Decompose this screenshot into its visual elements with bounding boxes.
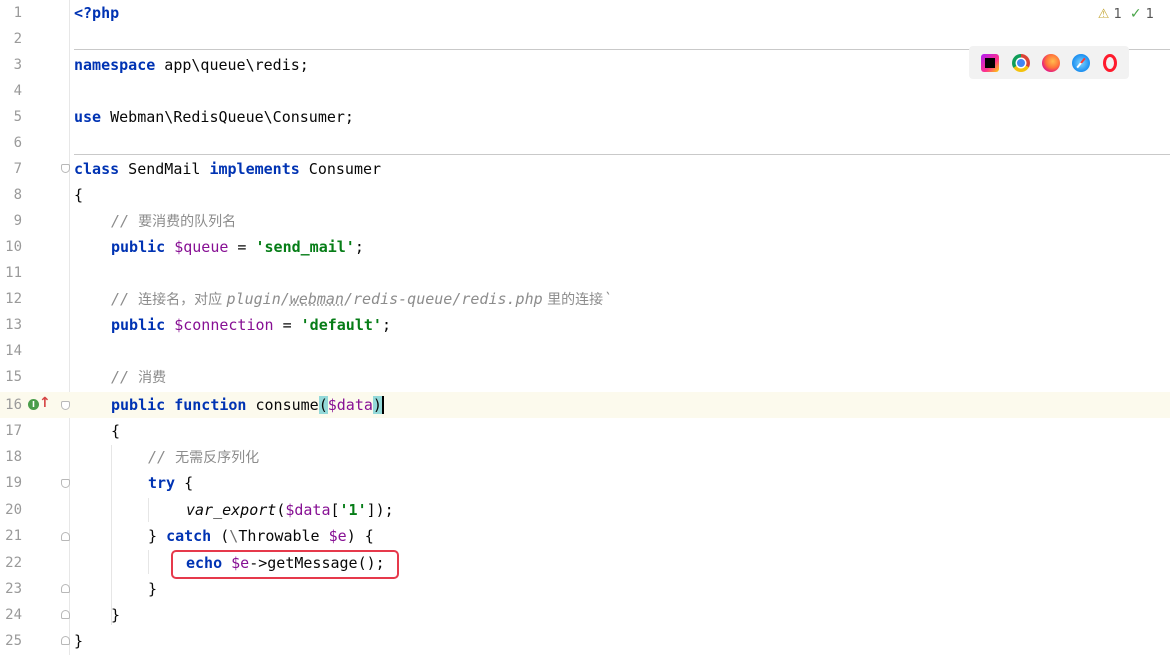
code-text[interactable]: var_export($data['1']); <box>186 497 394 523</box>
line-number: 16 <box>5 397 22 413</box>
code-line[interactable]: 7 class SendMail implements Consumer <box>0 156 1170 182</box>
code-text[interactable]: public $connection = 'default'; <box>111 312 391 338</box>
code-text[interactable]: <?php <box>74 0 119 26</box>
fold-toggle-icon[interactable] <box>61 636 70 645</box>
line-number: 8 <box>13 187 22 203</box>
opera-icon[interactable] <box>1102 53 1117 72</box>
line-number: 6 <box>13 135 22 151</box>
code-line[interactable]: 8 { <box>0 182 1170 208</box>
code-text[interactable]: // 消费 <box>111 364 166 390</box>
line-number: 23 <box>5 581 22 597</box>
code-line[interactable]: 12 // 连接名，对应 plugin/webman/redis-queue/r… <box>0 286 1170 312</box>
code-line[interactable]: 9 // 要消费的队列名 <box>0 208 1170 234</box>
fold-toggle-icon[interactable] <box>61 164 70 173</box>
code-line[interactable]: 14 <box>0 338 1170 364</box>
code-text[interactable]: namespace app\queue\redis; <box>74 52 309 78</box>
fold-toggle-icon[interactable] <box>61 479 70 488</box>
fold-toggle-icon[interactable] <box>61 610 70 619</box>
line-number: 20 <box>5 502 22 518</box>
code-line[interactable]: 18 // 无需反序列化 <box>0 444 1170 470</box>
chrome-icon[interactable] <box>1011 53 1030 72</box>
code-line[interactable]: 11 <box>0 260 1170 286</box>
code-text[interactable]: public function consume($data) <box>111 392 384 418</box>
code-text[interactable]: } <box>111 602 120 628</box>
line-number: 11 <box>5 265 22 281</box>
warning-icon: ⚠ <box>1097 6 1110 22</box>
code-line[interactable]: 24 } <box>0 602 1170 628</box>
code-text[interactable]: } <box>148 576 157 602</box>
line-number: 24 <box>5 607 22 623</box>
line-number: 5 <box>13 109 22 125</box>
line-number: 14 <box>5 343 22 359</box>
line-number: 19 <box>5 475 22 491</box>
line-number: 2 <box>13 31 22 47</box>
line-number: 15 <box>5 369 22 385</box>
line-number: 17 <box>5 423 22 439</box>
line-number: 7 <box>13 161 22 177</box>
fold-toggle-icon[interactable] <box>61 584 70 593</box>
code-line[interactable]: 10 public $queue = 'send_mail'; <box>0 234 1170 260</box>
code-text[interactable]: class SendMail implements Consumer <box>74 156 381 182</box>
code-line[interactable]: 6 <box>0 130 1170 156</box>
code-text[interactable]: use Webman\RedisQueue\Consumer; <box>74 104 354 130</box>
line-number: 13 <box>5 317 22 333</box>
code-text[interactable]: // 连接名，对应 plugin/webman/redis-queue/redi… <box>111 286 612 312</box>
code-line[interactable]: 17 { <box>0 418 1170 444</box>
code-line[interactable]: 4 <box>0 78 1170 104</box>
firefox-icon[interactable] <box>1041 53 1060 72</box>
code-text[interactable]: } catch (\Throwable $e) { <box>148 523 374 549</box>
line-number: 1 <box>13 5 22 21</box>
line-number: 12 <box>5 291 22 307</box>
code-line[interactable]: 23 } <box>0 576 1170 602</box>
code-line[interactable]: 20 var_export($data['1']); <box>0 497 1170 523</box>
code-line[interactable]: 15 // 消费 <box>0 364 1170 390</box>
code-line-current[interactable]: 16 I ↑ public function consume($data) <box>0 392 1170 418</box>
code-line[interactable]: 1 <?php <box>0 0 1170 26</box>
highlight-annotation-box <box>171 550 399 579</box>
code-text[interactable]: } <box>74 628 83 654</box>
line-number: 25 <box>5 633 22 649</box>
code-text[interactable]: // 无需反序列化 <box>148 444 259 470</box>
line-number: 21 <box>5 528 22 544</box>
line-number: 10 <box>5 239 22 255</box>
safari-icon[interactable] <box>1072 53 1091 72</box>
code-line[interactable]: 25 } <box>0 628 1170 654</box>
fold-toggle-icon[interactable] <box>61 401 70 410</box>
code-text[interactable]: { <box>74 182 83 208</box>
inspection-widget[interactable]: ⚠ 1 ✓ 1 <box>1098 5 1154 23</box>
phpstorm-icon[interactable] <box>981 53 1000 72</box>
browser-preview-toolbar <box>969 46 1129 79</box>
line-number: 4 <box>13 83 22 99</box>
code-text[interactable]: // 要消费的队列名 <box>111 208 236 234</box>
warning-count[interactable]: ⚠ 1 <box>1098 7 1122 22</box>
code-line[interactable]: 13 public $connection = 'default'; <box>0 312 1170 338</box>
code-editor[interactable]: 1 <?php 2 3 namespace app\queue\redis; 4… <box>0 0 1170 655</box>
code-text[interactable]: public $queue = 'send_mail'; <box>111 234 364 260</box>
implements-method-icon[interactable]: I ↑ <box>28 395 51 414</box>
code-line[interactable]: 5 use Webman\RedisQueue\Consumer; <box>0 104 1170 130</box>
ok-count[interactable]: ✓ 1 <box>1130 6 1154 22</box>
line-number: 22 <box>5 555 22 571</box>
code-line[interactable]: 19 try { <box>0 470 1170 496</box>
code-text[interactable]: try { <box>148 470 193 496</box>
line-number: 3 <box>13 57 22 73</box>
code-text[interactable]: { <box>111 418 120 444</box>
line-number: 18 <box>5 449 22 465</box>
code-line[interactable]: 21 } catch (\Throwable $e) { <box>0 523 1170 549</box>
fold-toggle-icon[interactable] <box>61 532 70 541</box>
double-check-icon: ✓ <box>1129 6 1142 22</box>
line-number: 9 <box>13 213 22 229</box>
